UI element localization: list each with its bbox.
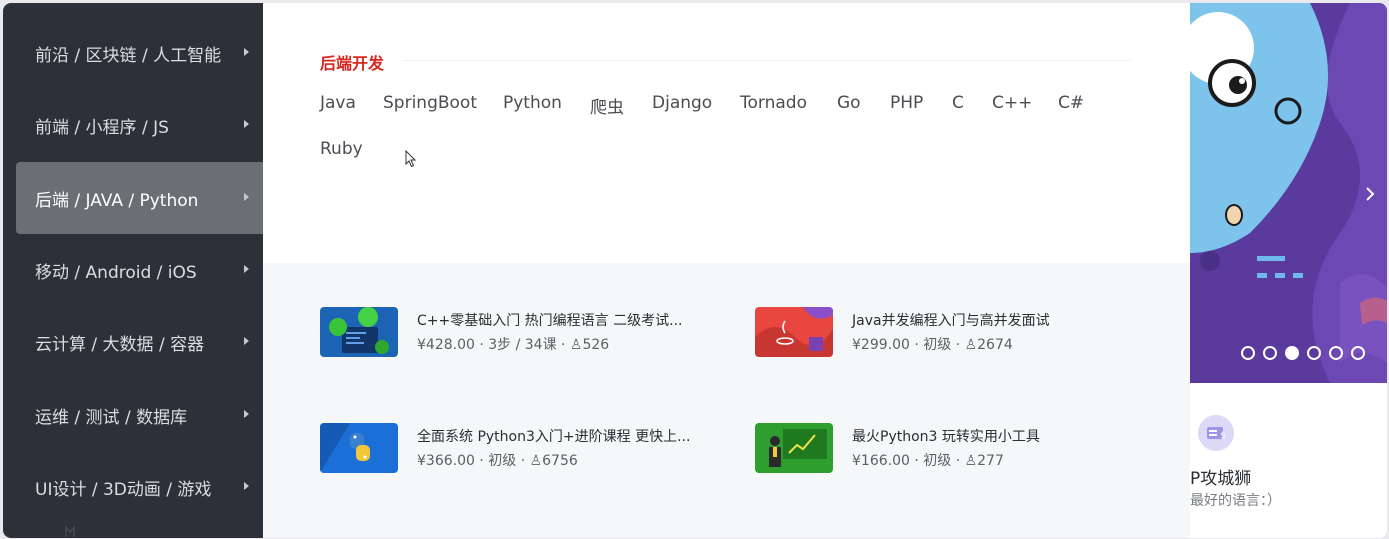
chevron-right-icon <box>244 337 249 345</box>
carousel-dot-active[interactable] <box>1285 346 1299 360</box>
sidebar-item-design[interactable]: UI设计 / 3D动画 / 游戏 <box>16 451 263 523</box>
gopher-illustration <box>1190 3 1387 383</box>
tag-ruby[interactable]: Ruby <box>320 139 363 159</box>
title-divider <box>403 60 1131 61</box>
sidebar-item-label: 前端 / 小程序 / JS <box>35 117 169 138</box>
carousel-dot[interactable] <box>1307 346 1321 360</box>
course-title: C++零基础入门 热门编程语言 二级考试... <box>417 313 683 329</box>
svg-text:$: $ <box>1220 431 1226 441</box>
tag-cpp[interactable]: C++ <box>992 93 1032 113</box>
path-card[interactable]: $ P攻城狮 最好的语言：） <box>1190 383 1387 538</box>
course-thumbnail <box>755 307 833 357</box>
sidebar-item-label: 移动 / Android / iOS <box>35 262 197 283</box>
carousel-dots <box>1241 346 1365 360</box>
course-card-java[interactable]: Java并发编程入门与高并发面试 ¥299.00 · 初级 · ♙2674 <box>755 307 1155 359</box>
sidebar-item-label: 后端 / JAVA / Python <box>35 190 199 211</box>
category-sidebar: 前沿 / 区块链 / 人工智能 前端 / 小程序 / JS 后端 / JAVA … <box>3 3 263 538</box>
tag-java[interactable]: Java <box>320 93 356 113</box>
recommended-courses: C++零基础入门 热门编程语言 二级考试... ¥428.00 · 3步 / 3… <box>263 263 1190 538</box>
course-thumbnail <box>320 423 398 473</box>
tag-crawler[interactable]: 爬虫 <box>590 93 624 118</box>
sidebar-item-label: 运维 / 测试 / 数据库 <box>35 407 188 428</box>
course-meta: ¥428.00 · 3步 / 34课 · ♙526 <box>417 337 610 353</box>
php-logo-icon: $ <box>1198 415 1234 451</box>
carousel-dot[interactable] <box>1329 346 1343 360</box>
course-thumbnail <box>755 423 833 473</box>
cursor-ghost-icon <box>65 525 75 537</box>
sidebar-item-ops[interactable]: 运维 / 测试 / 数据库 <box>16 379 263 451</box>
course-title: 最火Python3 玩转实用小工具 <box>852 429 1040 445</box>
course-card-cpp[interactable]: C++零基础入门 热门编程语言 二级考试... ¥428.00 · 3步 / 3… <box>320 307 720 359</box>
tag-php[interactable]: PHP <box>890 93 923 113</box>
course-meta: ¥299.00 · 初级 · ♙2674 <box>852 337 1013 353</box>
category-panel: 后端开发 Java SpringBoot Python 爬虫 Django To… <box>263 3 1190 538</box>
sidebar-item-backend[interactable]: 后端 / JAVA / Python <box>16 162 263 234</box>
app-frame: 前沿 / 区块链 / 人工智能 前端 / 小程序 / JS 后端 / JAVA … <box>3 3 1387 538</box>
course-thumbnail <box>320 307 398 357</box>
tag-python[interactable]: Python <box>503 93 562 113</box>
course-title: 全面系统 Python3入门+进阶课程 更快上... <box>417 429 691 445</box>
tag-django[interactable]: Django <box>652 93 712 113</box>
sidebar-item-cloud[interactable]: 云计算 / 大数据 / 容器 <box>16 306 263 378</box>
sidebar-item-label: 前沿 / 区块链 / 人工智能 <box>35 45 222 66</box>
tag-go[interactable]: Go <box>837 93 861 113</box>
chevron-right-icon <box>244 48 249 56</box>
chevron-right-icon <box>244 410 249 418</box>
section-title: 后端开发 <box>320 54 385 73</box>
chevron-right-icon <box>244 193 249 201</box>
tag-csharp[interactable]: C# <box>1058 93 1084 113</box>
path-name: P攻城狮 <box>1190 469 1252 489</box>
course-meta: ¥166.00 · 初级 · ♙277 <box>852 453 1004 469</box>
course-title: Java并发编程入门与高并发面试 <box>852 313 1050 329</box>
course-card-python3[interactable]: 全面系统 Python3入门+进阶课程 更快上... ¥366.00 · 初级 … <box>320 423 720 475</box>
chevron-right-icon <box>244 265 249 273</box>
carousel-dot[interactable] <box>1351 346 1365 360</box>
path-subtitle: 最好的语言：） <box>1190 493 1281 509</box>
sidebar-item-ai[interactable]: 前沿 / 区块链 / 人工智能 <box>16 17 263 89</box>
tag-tornado[interactable]: Tornado <box>740 93 807 113</box>
tag-area: 后端开发 Java SpringBoot Python 爬虫 Django To… <box>263 3 1190 263</box>
course-meta: ¥366.00 · 初级 · ♙6756 <box>417 453 578 469</box>
course-card-python-tools[interactable]: 最火Python3 玩转实用小工具 ¥166.00 · 初级 · ♙277 <box>755 423 1155 475</box>
chevron-right-icon <box>244 482 249 490</box>
tag-springboot[interactable]: SpringBoot <box>383 93 477 113</box>
tag-c[interactable]: C <box>952 93 964 113</box>
sidebar-item-label: UI设计 / 3D动画 / 游戏 <box>35 479 212 500</box>
carousel-dot[interactable] <box>1241 346 1255 360</box>
chevron-right-icon[interactable] <box>1365 187 1375 201</box>
mouse-pointer-icon <box>405 150 417 168</box>
chevron-right-icon <box>244 120 249 128</box>
sidebar-item-label: 云计算 / 大数据 / 容器 <box>35 334 205 355</box>
carousel-dot[interactable] <box>1263 346 1277 360</box>
sidebar-item-mobile[interactable]: 移动 / Android / iOS <box>16 234 263 306</box>
promo-banner[interactable] <box>1190 3 1387 383</box>
sidebar-item-frontend[interactable]: 前端 / 小程序 / JS <box>16 89 263 161</box>
